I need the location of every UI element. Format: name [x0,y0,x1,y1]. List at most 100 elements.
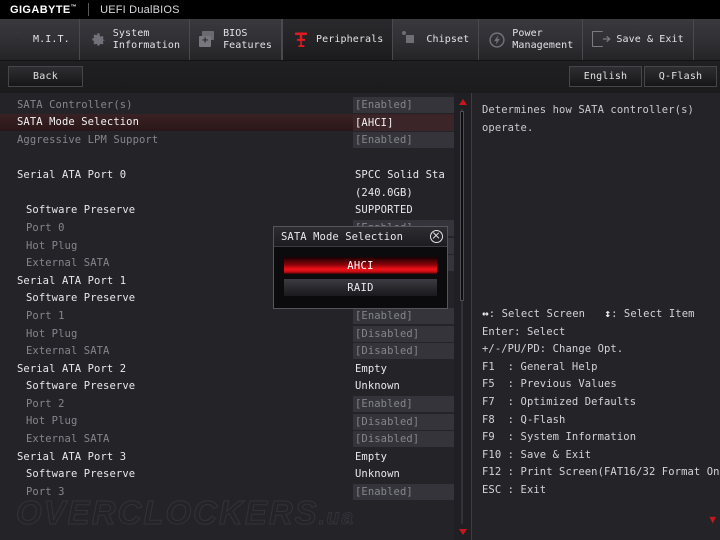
settings-row-value[interactable]: [Enabled] [353,396,465,412]
key-legend-line: ESC : Exit [482,482,714,500]
tab-label: BIOSFeatures [223,28,272,52]
language-button[interactable]: English [569,66,642,87]
tab-label: M.I.T. [33,34,70,46]
settings-row-label: Software Preserve [0,380,135,392]
heart-icon: ▼ [709,513,716,526]
qflash-button[interactable]: Q-Flash [644,66,717,87]
settings-row-label: SATA Controller(s) [0,99,133,111]
settings-row-value: SPCC Solid Sta [355,169,445,181]
settings-row[interactable]: Port 2[Enabled] [0,395,454,413]
settings-row-label: Serial ATA Port 1 [0,275,126,287]
settings-row-value[interactable]: [AHCI] [353,115,465,131]
settings-row[interactable]: Serial ATA Port 3Empty [0,448,454,466]
settings-row-value[interactable]: [Disabled] [353,431,465,447]
settings-row-value[interactable]: [Enabled] [353,97,465,113]
settings-row-value[interactable]: [Disabled] [353,414,465,430]
bios-screen: GIGABYTE™ UEFI DualBIOS M.I.T. SystemInf… [0,0,720,540]
settings-row-label: External SATA [0,433,109,445]
settings-row-label: Port 3 [0,486,65,498]
sata-mode-dialog: SATA Mode Selection AHCI RAID [273,226,448,309]
help-description: Determines how SATA controller(s) operat… [482,101,714,137]
settings-row[interactable]: Serial ATA Port 0SPCC Solid Sta [0,166,454,184]
key-legend-line: ↔: Select Screen ↕: Select Item [482,305,714,324]
power-bolt-icon [488,31,506,49]
settings-scrollbar[interactable] [454,93,471,540]
scroll-down-arrow-icon[interactable] [457,526,468,537]
settings-row-value: Unknown [355,468,400,480]
settings-row-value[interactable]: [Enabled] [353,132,465,148]
bios-chip-icon [199,31,217,49]
title-subtitle: UEFI DualBIOS [100,4,180,16]
settings-row-label: Software Preserve [0,292,135,304]
peripherals-icon [292,31,310,49]
key-legend-line: F12 : Print Screen(FAT16/32 Format Only) [482,464,714,482]
settings-row-label: SATA Mode Selection [0,116,139,128]
key-legend-line: +/-/PU/PD: Change Opt. [482,341,714,359]
trademark-mark: ™ [71,4,77,10]
settings-row-value: (240.0GB) [355,187,413,199]
tab-peripherals[interactable]: Peripherals [282,19,393,60]
settings-row [0,149,454,167]
settings-row[interactable]: Aggressive LPM Support[Enabled] [0,131,454,149]
dialog-title: SATA Mode Selection [281,231,430,243]
settings-row-value: Empty [355,363,387,375]
exit-door-icon [592,31,610,49]
settings-row[interactable]: External SATA[Disabled] [0,342,454,360]
settings-row[interactable]: Serial ATA Port 2Empty [0,360,454,378]
scroll-up-arrow-icon[interactable] [457,96,468,107]
tab-chipset[interactable]: Chipset [393,19,479,60]
close-circle-icon[interactable] [430,230,443,243]
settings-row[interactable]: Port 1[Enabled] [0,307,454,325]
settings-row[interactable]: SATA Mode Selection[AHCI] [0,114,454,132]
help-pane: Determines how SATA controller(s) operat… [472,93,720,540]
settings-row-value[interactable]: [Disabled] [353,326,465,342]
key-legend-line: Enter: Select [482,324,714,342]
secondary-toolbar: Back English Q-Flash [0,61,720,93]
settings-row[interactable]: Software Preserve Unknown [0,378,454,396]
settings-row-label: Hot Plug [0,240,77,252]
settings-row-value: Unknown [355,380,400,392]
dialog-option[interactable]: AHCI [284,257,437,274]
dialog-title-bar: SATA Mode Selection [274,227,447,247]
chipset-icon [402,31,420,49]
settings-row[interactable]: Hot Plug[Disabled] [0,325,454,343]
key-legend-line: F1 : General Help [482,359,714,377]
key-legend-line: F8 : Q-Flash [482,412,714,430]
title-divider [88,3,89,16]
tab-bios-features[interactable]: BIOSFeatures [190,19,282,60]
dialog-options-list: AHCI RAID [274,247,447,308]
tab-label: SystemInformation [113,28,180,52]
settings-row[interactable]: Software PreserveUnknown [0,465,454,483]
settings-row[interactable]: External SATA[Disabled] [0,430,454,448]
settings-row[interactable]: Software PreserveSUPPORTED [0,202,454,220]
tab-save-and-exit[interactable]: Save & Exit [583,19,693,60]
gigabyte-logo: GIGABYTE™ [10,4,77,16]
settings-row-value: Empty [355,451,387,463]
settings-row-value[interactable]: [Enabled] [353,308,465,324]
title-bar: GIGABYTE™ UEFI DualBIOS [0,0,720,19]
tab-label: Save & Exit [616,34,683,46]
key-legend: ↔: Select Screen ↕: Select ItemEnter: Se… [482,305,714,500]
dialog-option[interactable]: RAID [284,279,437,296]
settings-row-value[interactable]: [Enabled] [353,484,465,500]
tab-system-information[interactable]: SystemInformation [80,19,190,60]
settings-row-label: Port 1 [0,310,65,322]
tab-label: Peripherals [316,34,383,46]
gear-icon [89,31,107,49]
main-tab-bar: M.I.T. SystemInformation BIOSFeatures [0,19,720,61]
key-legend-line: F10 : Save & Exit [482,447,714,465]
settings-row-label: Hot Plug [0,415,77,427]
settings-row: (240.0GB) [0,184,454,202]
cpu-disc-icon [9,31,27,49]
settings-row[interactable]: Port 3[Enabled] [0,483,454,501]
tab-mit[interactable]: M.I.T. [0,19,80,60]
settings-row-label: Aggressive LPM Support [0,134,158,146]
scrollbar-thumb[interactable] [460,111,464,301]
tab-label: PowerManagement [512,28,573,52]
back-button[interactable]: Back [8,66,83,87]
tab-power-management[interactable]: PowerManagement [479,19,583,60]
settings-row[interactable]: SATA Controller(s)[Enabled] [0,96,454,114]
settings-row-value[interactable]: [Disabled] [353,343,465,359]
settings-row-label: Port 2 [0,398,65,410]
settings-row[interactable]: Hot Plug[Disabled] [0,413,454,431]
